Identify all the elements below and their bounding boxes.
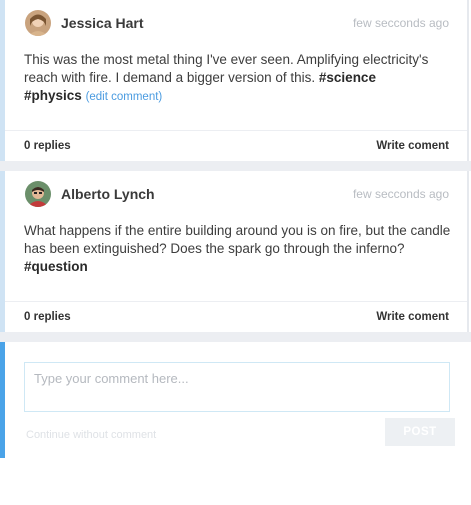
comment-card: Jessica Hart few secconds ago This was t… — [0, 0, 469, 161]
replies-count[interactable]: 0 replies — [24, 140, 71, 152]
comment-timestamp: few secconds ago — [352, 187, 449, 201]
post-button[interactable]: POST — [385, 418, 455, 446]
avatar[interactable] — [25, 181, 51, 207]
continue-without-comment-link[interactable]: Continue without comment — [26, 429, 156, 441]
write-comment-button[interactable]: Write coment — [376, 311, 449, 323]
comment-input[interactable]: Type your comment here... — [24, 362, 450, 412]
hashtag-question[interactable]: #question — [24, 259, 88, 274]
comment-composer: Type your comment here... Continue witho… — [0, 342, 469, 458]
comment-author[interactable]: Jessica Hart — [61, 15, 144, 31]
comment-author[interactable]: Alberto Lynch — [61, 186, 155, 202]
write-comment-button[interactable]: Write coment — [376, 140, 449, 152]
comment-body: What happens if the entire building arou… — [24, 222, 454, 276]
avatar[interactable] — [25, 10, 51, 36]
comment-card: Alberto Lynch few secconds ago What happ… — [0, 171, 469, 332]
comment-body: This was the most metal thing I've ever … — [24, 51, 454, 106]
separator — [0, 332, 471, 342]
comment-text: What happens if the entire building arou… — [24, 223, 451, 256]
replies-count[interactable]: 0 replies — [24, 311, 71, 323]
edit-comment-link[interactable]: (edit comment) — [86, 91, 163, 103]
divider — [5, 130, 467, 131]
comment-timestamp: few secconds ago — [352, 16, 449, 30]
divider — [5, 301, 467, 302]
separator — [0, 161, 471, 171]
hashtag-physics[interactable]: #physics — [24, 88, 82, 103]
hashtag-science[interactable]: #science — [319, 70, 376, 85]
